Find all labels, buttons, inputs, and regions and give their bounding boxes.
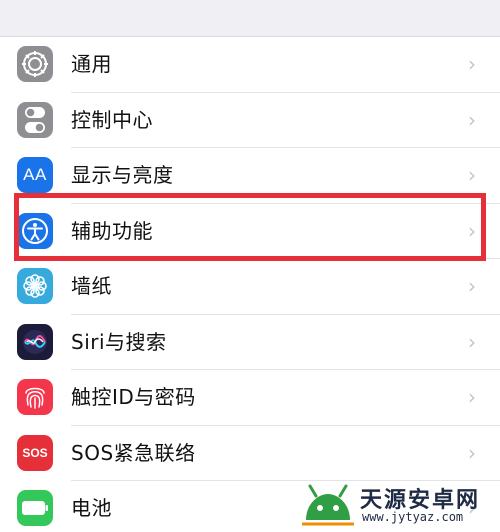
chevron-right-icon: ›	[468, 107, 476, 132]
settings-row-general[interactable]: 通用 ›	[0, 37, 500, 93]
chevron-right-icon: ›	[468, 218, 476, 243]
settings-row-accessibility[interactable]: 辅助功能 ›	[0, 204, 500, 259]
settings-row-label: 电池	[71, 496, 112, 520]
text-size-icon: AA	[17, 157, 53, 193]
settings-row-label: 触控ID与密码	[71, 385, 196, 409]
settings-row-siri-search[interactable]: Siri与搜索 ›	[0, 315, 500, 370]
battery-icon	[17, 490, 53, 526]
chevron-right-icon: ›	[468, 274, 476, 298]
settings-row-emergency-sos[interactable]: SOS SOS紧急联络 ›	[0, 426, 500, 481]
settings-row-label: SOS紧急联络	[71, 440, 196, 465]
siri-icon	[17, 323, 53, 360]
settings-row-display-brightness[interactable]: AA 显示与亮度 ›	[0, 148, 500, 204]
settings-row-label: 墙纸	[71, 274, 112, 298]
chevron-right-icon: ›	[468, 385, 476, 409]
chevron-right-icon: ›	[468, 163, 476, 187]
settings-list: 通用 › 控制中心 › AA 显示与亮度 › 辅助功能 › 墙纸 › Siri与…	[0, 36, 500, 532]
sos-icon-glyph: SOS	[22, 445, 48, 460]
fingerprint-icon	[17, 379, 53, 415]
chevron-right-icon: ›	[468, 329, 476, 354]
watermark: 天源安卓网 www.jytyaz.com	[300, 480, 494, 528]
chevron-right-icon: ›	[468, 52, 476, 76]
settings-row-label: 通用	[71, 52, 112, 76]
settings-row-wallpaper[interactable]: 墙纸 ›	[0, 259, 500, 315]
settings-screen: 通用 › 控制中心 › AA 显示与亮度 › 辅助功能 › 墙纸 › Siri与…	[0, 0, 500, 532]
sos-icon: SOS	[17, 434, 53, 471]
settings-row-label: 显示与亮度	[71, 163, 174, 187]
android-logo-icon	[302, 484, 354, 526]
settings-row-label: Siri与搜索	[71, 329, 167, 354]
text-size-icon-glyph: AA	[23, 165, 47, 184]
settings-row-touch-id-passcode[interactable]: 触控ID与密码 ›	[0, 370, 500, 426]
settings-row-control-center[interactable]: 控制中心 ›	[0, 93, 500, 148]
gear-icon	[17, 46, 53, 82]
settings-row-label: 控制中心	[71, 107, 153, 132]
chevron-right-icon: ›	[468, 440, 476, 465]
flower-icon	[17, 268, 53, 304]
accessibility-icon	[17, 212, 53, 249]
watermark-url: www.jytyaz.com	[362, 510, 464, 524]
toggle-switches-icon	[17, 101, 53, 138]
settings-row-label: 辅助功能	[71, 218, 153, 243]
